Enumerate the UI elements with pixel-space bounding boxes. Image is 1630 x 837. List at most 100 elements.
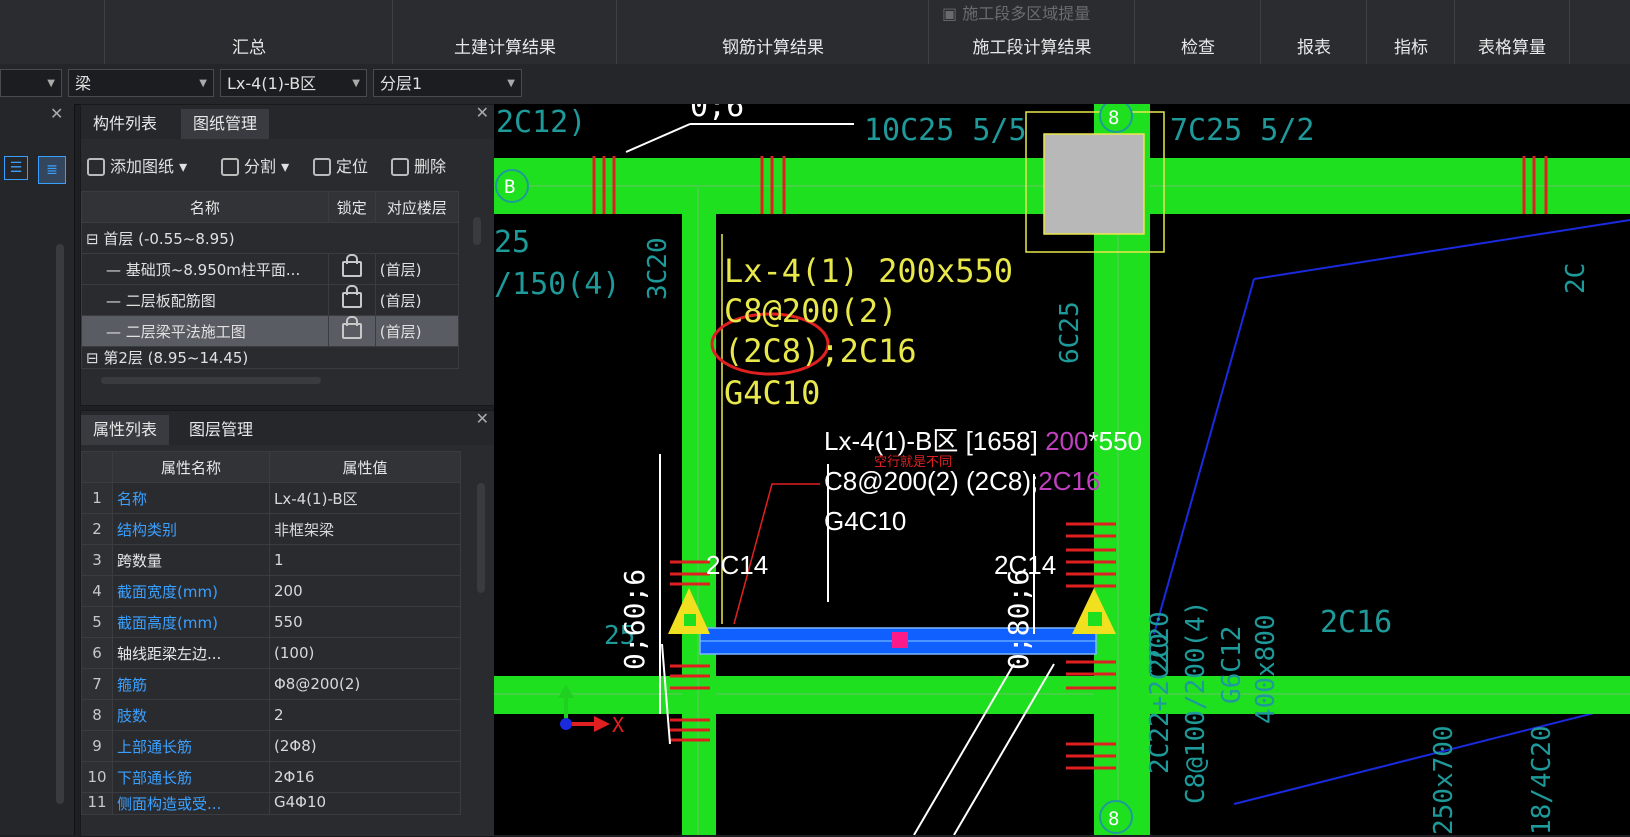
prop-value[interactable]: 非框架梁: [269, 513, 461, 545]
ribbon-group-rebar[interactable]: 钢筋计算结果: [616, 0, 929, 64]
label-teal: 250x700: [1429, 725, 1459, 835]
label-teal: 3C20: [643, 237, 673, 300]
ribbon-group-check[interactable]: 检查: [1134, 0, 1261, 64]
prop-value[interactable]: 2: [269, 699, 461, 731]
tree-row-floor1[interactable]: ⊟ 首层 (-0.55~8.95): [81, 222, 459, 254]
table-row[interactable]: — 基础顶~8.950m柱平面... (首层): [81, 253, 460, 285]
table-row[interactable]: 9 上部通长筋 (2Φ8): [81, 730, 461, 762]
property-table: 属性名称 属性值 1 名称 Lx-4(1)-B区 2 结构类别 非框架梁 3 跨数量 1 4…: [81, 451, 461, 815]
beam-left: [682, 214, 716, 835]
col-prop-name: 属性名称: [112, 451, 270, 483]
label-top: 7C25 5/2: [1170, 113, 1315, 148]
add-drawing-button[interactable]: 添加图纸 ▾: [87, 153, 187, 177]
label-teal: G6C12: [1217, 626, 1247, 704]
table-row[interactable]: 4 截面宽度(mm) 200: [81, 575, 461, 607]
column: [1043, 133, 1145, 235]
prop-value[interactable]: 550: [269, 606, 461, 638]
prop-value[interactable]: 1: [269, 544, 461, 576]
col-floor[interactable]: 对应楼层: [374, 191, 460, 223]
locate-button[interactable]: 定位: [313, 153, 368, 177]
yellow-annotation: C8@200(2): [724, 292, 897, 330]
table-row[interactable]: 11 侧面构造或受... G4Φ10: [81, 792, 461, 815]
table-row[interactable]: 3 跨数量 1: [81, 544, 461, 576]
prop-value[interactable]: Φ8@200(2): [269, 668, 461, 700]
tab-property-list[interactable]: 属性列表: [81, 415, 170, 445]
delete-button[interactable]: 删除: [391, 153, 446, 177]
ribbon-group-report[interactable]: 报表: [1260, 0, 1367, 64]
chevron-down-icon: ▼: [507, 78, 515, 89]
tab-layer-manage[interactable]: 图层管理: [177, 415, 265, 445]
v-scrollbar[interactable]: [477, 483, 485, 593]
label-teal: 18/4C20: [1527, 725, 1557, 835]
ribbon-group-table[interactable]: 表格算量: [1454, 0, 1570, 64]
left-scrollbar[interactable]: [56, 244, 64, 804]
ribbon-group-summary[interactable]: 汇总: [104, 0, 393, 64]
table-row[interactable]: — 二层板配筋图 (首层): [81, 284, 460, 316]
prop-value[interactable]: G4Φ10: [269, 792, 461, 815]
type-select[interactable]: 梁 ▼: [68, 69, 214, 97]
table-row-selected[interactable]: — 二层梁平法施工图 (首层): [81, 315, 460, 347]
col-lock[interactable]: 锁定: [327, 191, 376, 223]
table-row[interactable]: 5 截面高度(mm) 550: [81, 606, 461, 638]
drawing-table: 名称 锁定 对应楼层 ⊟ 首层 (-0.55~8.95) — 基础顶~8.950…: [81, 191, 460, 369]
floor-select[interactable]: ▼: [0, 69, 62, 97]
drawing-svg[interactable]: B 8 8 2C12) 0;6 10C25 5/5 7C25 5/2 25 /1…: [494, 104, 1630, 835]
trash-icon: [391, 158, 409, 176]
prop-value[interactable]: Lx-4(1)-B区: [269, 482, 461, 514]
bar-label: 2C14: [706, 550, 768, 580]
table-row[interactable]: 1 名称 Lx-4(1)-B区: [81, 482, 461, 514]
axis-x-label: X: [612, 713, 624, 737]
yellow-annotation: (2C8);2C16: [724, 332, 917, 370]
layer-select[interactable]: 分层1 ▼: [373, 69, 522, 97]
beam-midpoint: [892, 632, 908, 648]
prop-value[interactable]: 200: [269, 575, 461, 607]
cad-canvas[interactable]: B 8 8 2C12) 0;6 10C25 5/5 7C25 5/2 25 /1…: [494, 104, 1630, 835]
close-icon[interactable]: ✕: [476, 103, 489, 122]
grid-label-8: 8: [1108, 808, 1119, 830]
col-name[interactable]: 名称: [81, 191, 329, 223]
label-teal: 6C25: [1055, 301, 1085, 364]
list-view-icon[interactable]: ☰: [4, 156, 28, 180]
component-select[interactable]: Lx-4(1)-B区 ▼: [220, 69, 367, 97]
tab-component-list[interactable]: 构件列表: [81, 109, 169, 139]
lock-icon[interactable]: [341, 285, 362, 308]
dimension-text: 0;60;6: [618, 569, 651, 670]
h-scrollbar[interactable]: [101, 377, 321, 384]
detail-view-icon[interactable]: ≣: [38, 156, 66, 184]
table-row[interactable]: 2 结构类别 非框架梁: [81, 513, 461, 545]
close-icon[interactable]: ✕: [476, 409, 489, 428]
yellow-annotation: Lx-4(1) 200x550: [724, 252, 1013, 290]
table-row[interactable]: 10 下部通长筋 2Φ16: [81, 761, 461, 793]
ribbon: ▣ 施工段多区域提量 汇总 土建计算结果 钢筋计算结果 施工段计算结果 检查 报…: [0, 0, 1630, 65]
label-teal: 2C22+2C20: [1145, 633, 1175, 774]
ribbon-group-civil[interactable]: 土建计算结果: [392, 0, 617, 64]
chevron-down-icon: ▼: [352, 78, 360, 89]
split-button[interactable]: 分割 ▾: [221, 153, 289, 177]
label-teal: C8@100/200(4): [1181, 601, 1211, 805]
collapse-icon[interactable]: ⊟: [86, 230, 103, 248]
ribbon-group-section[interactable]: 施工段计算结果: [928, 0, 1135, 64]
prop-value[interactable]: (2Φ8): [269, 730, 461, 762]
x-axis-arrow: [594, 716, 610, 732]
beam-info-line3: G4C10: [824, 506, 906, 536]
support-node: [1088, 612, 1102, 626]
label-teal: 25: [494, 225, 530, 260]
tab-drawing-manage[interactable]: 图纸管理: [181, 109, 270, 139]
dimension-text: 0;80;6: [1002, 569, 1035, 670]
collapse-icon[interactable]: ⊟: [86, 349, 103, 367]
tree-row-floor2[interactable]: ⊟ 第2层 (8.95~14.45): [81, 346, 459, 369]
col-prop-value: 属性值: [269, 451, 461, 483]
table-row[interactable]: 8 肢数 2: [81, 699, 461, 731]
v-scrollbar[interactable]: [473, 217, 481, 245]
drawing-panel: 构件列表 图纸管理 ✕ 添加图纸 ▾ 分割 ▾ 定位 删除 名称 锁定 对应楼层…: [80, 103, 496, 406]
table-row[interactable]: 7 箍筋 Φ8@200(2): [81, 668, 461, 700]
yellow-annotation: G4C10: [724, 374, 820, 412]
table-row[interactable]: 6 轴线距梁左边... (100): [81, 637, 461, 669]
lock-icon[interactable]: [341, 316, 362, 339]
chevron-down-icon: ▼: [47, 78, 55, 89]
ribbon-group-index[interactable]: 指标: [1366, 0, 1455, 64]
lock-icon[interactable]: [341, 254, 362, 277]
close-icon[interactable]: ✕: [50, 104, 63, 123]
prop-value[interactable]: 2Φ16: [269, 761, 461, 793]
prop-value[interactable]: (100): [269, 637, 461, 669]
